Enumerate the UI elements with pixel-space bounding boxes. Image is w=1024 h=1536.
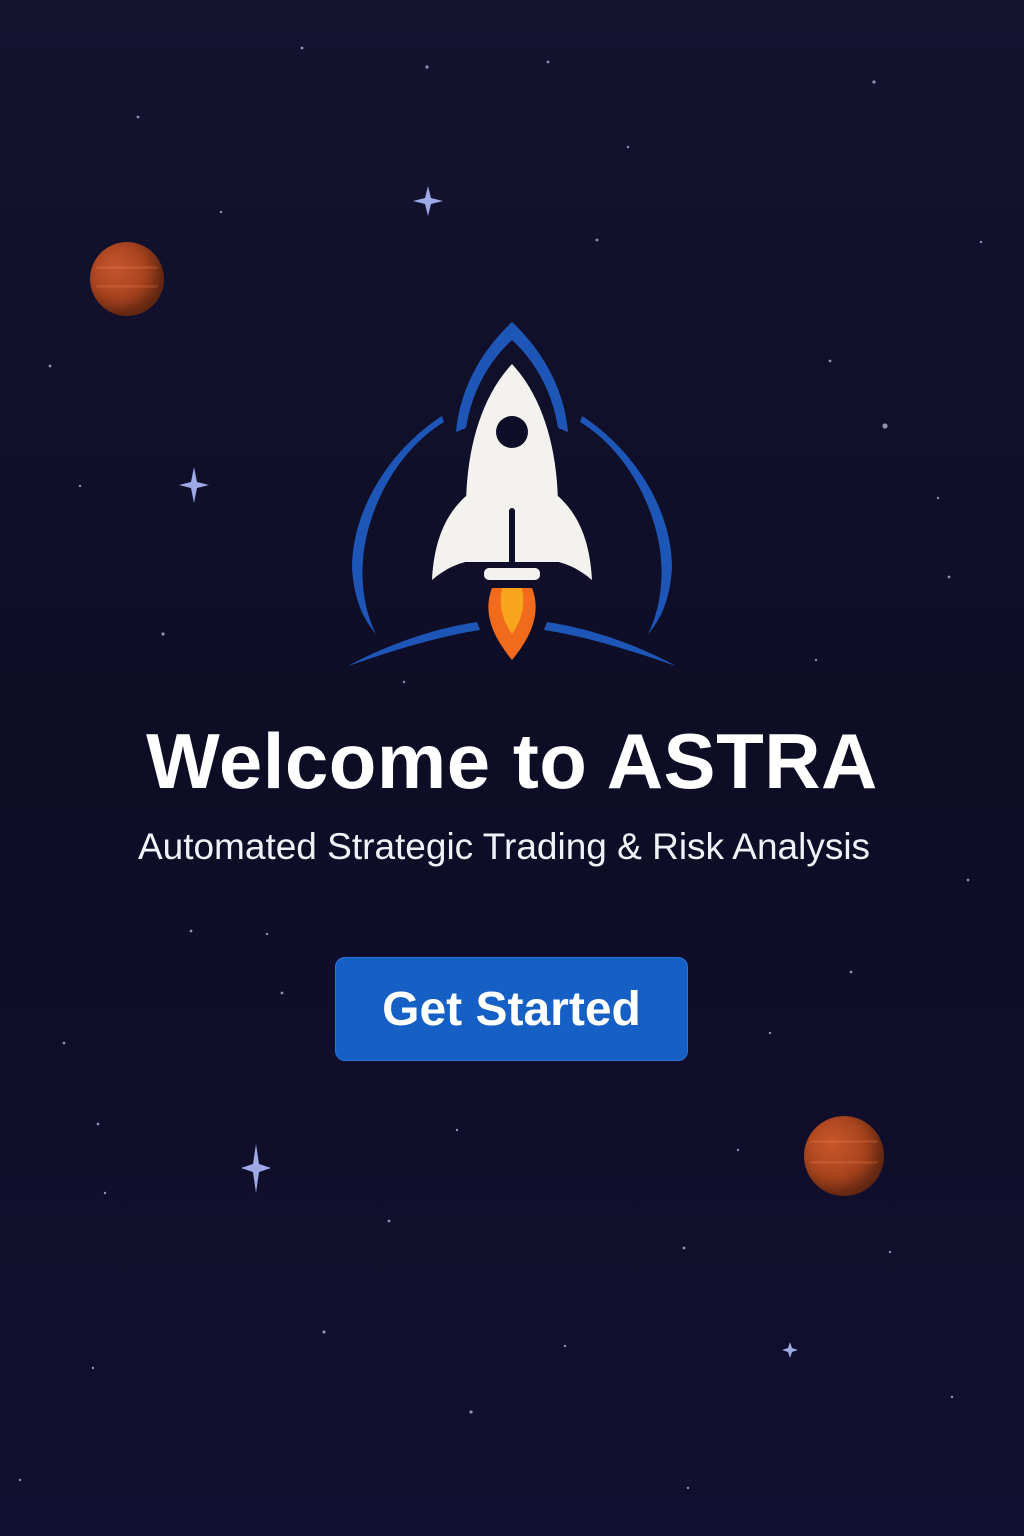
planet-top-left [90, 242, 164, 316]
get-started-button[interactable]: Get Started [335, 957, 688, 1061]
welcome-subtitle: Automated Strategic Trading & Risk Analy… [137, 826, 871, 867]
rocket-icon [348, 322, 676, 666]
welcome-title: Welcome to ASTRA [146, 717, 878, 805]
planet-bottom-right [804, 1116, 884, 1196]
